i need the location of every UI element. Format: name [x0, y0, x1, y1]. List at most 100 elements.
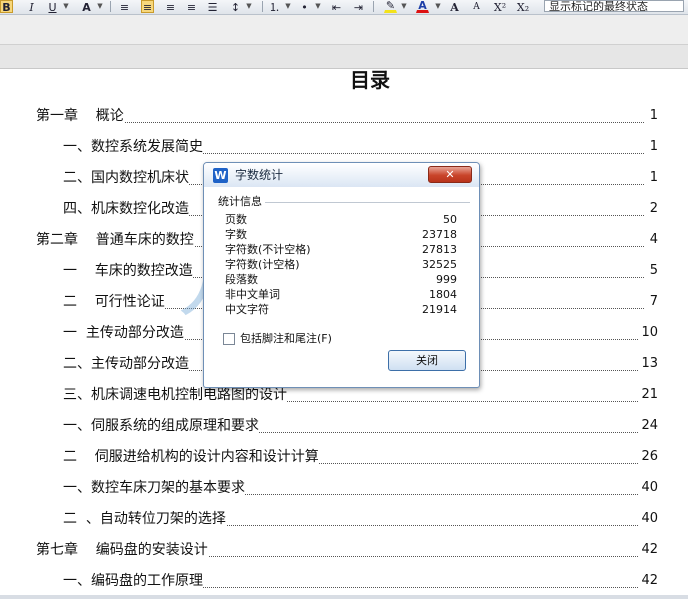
toc-entry-text: 一 主传动部分改造 [63, 323, 184, 343]
italic-button[interactable]: I [25, 0, 38, 14]
font-color-dropdown-icon[interactable]: ▼ [96, 0, 104, 13]
distributed-align-icon[interactable]: ☰ [206, 0, 219, 14]
toc-entry[interactable]: 一、数控车床刀架的基本要求 40 [0, 478, 688, 498]
toc-entry-text: 四、机床数控化改造 [63, 199, 189, 219]
page-margin-area [0, 44, 688, 69]
toc-page-number: 42 [639, 571, 658, 591]
toc-entry[interactable]: 一、编码盘的工作原理 42 [0, 571, 688, 591]
markup-view-select[interactable]: 显示标记的最终状态 [544, 0, 684, 12]
toc-page-number: 4 [647, 230, 658, 250]
include-footnotes-checkbox[interactable] [223, 333, 235, 345]
bold-button[interactable]: B [0, 0, 13, 14]
align-left-icon[interactable]: ≡ [118, 0, 131, 14]
highlight-icon[interactable]: ✎ [384, 0, 397, 13]
include-footnotes-label[interactable]: 包括脚注和尾注(F) [240, 331, 332, 346]
toc-page-number: 1 [647, 168, 658, 188]
toc-page-number: 24 [639, 416, 658, 436]
dialog-title: 字数统计 [235, 168, 284, 182]
toc-entry-text: 一、数控系统发展简史 [63, 137, 203, 157]
underline-button[interactable]: U [46, 0, 59, 14]
decrease-indent-icon[interactable]: ⇤ [330, 0, 343, 14]
wps-app-icon: W [213, 168, 228, 183]
shrink-font-button[interactable]: A [470, 0, 483, 13]
line-spacing-icon[interactable]: ↕ [229, 0, 242, 14]
status-bar [0, 595, 688, 599]
stat-label: 字数 [225, 228, 247, 241]
stat-label: 页数 [225, 213, 247, 226]
toc-leader-dots [36, 106, 644, 123]
align-right-icon[interactable]: ≡ [164, 0, 177, 14]
formatting-toolbar: B I U ▼ A ▼ ≡ ≡ ≡ ≡ ☰ ↕ ▼ ⒈ ▼ • ▼ ⇤ ⇥ ✎ … [0, 0, 688, 15]
subscript-button[interactable]: X₂ [515, 0, 531, 14]
stat-row-words: 字数 23718 [225, 227, 457, 242]
toc-entry-text: 第二章 普通车床的数控 [36, 230, 194, 250]
toc-entry[interactable]: 二 伺服进给机构的设计内容和设计计算 26 [0, 447, 688, 467]
toc-entry[interactable]: 一、伺服系统的组成原理和要求 24 [0, 416, 688, 436]
stat-value: 50 [443, 213, 457, 226]
bulleted-list-dropdown-icon[interactable]: ▼ [314, 0, 322, 13]
increase-indent-icon[interactable]: ⇥ [352, 0, 365, 14]
dialog-close-icon[interactable]: ✕ [428, 166, 472, 183]
toc-page-number: 1 [647, 137, 658, 157]
stat-row-chinese-chars: 中文字符 21914 [225, 302, 457, 317]
stat-row-chars-no-spaces: 字符数(不计空格) 27813 [225, 242, 457, 257]
toc-entry-text: 一、伺服系统的组成原理和要求 [63, 416, 259, 436]
justify-icon[interactable]: ≡ [185, 0, 198, 14]
toc-entry-text: 二 、自动转位刀架的选择 [63, 509, 226, 529]
dialog-body: 统计信息 页数 50 字数 23718 字符数(不计空格) 27813 字符数(… [210, 191, 473, 381]
numbered-list-icon[interactable]: ⒈ [268, 0, 281, 14]
toolbar-separator [262, 1, 263, 12]
toc-entry-text: 第一章 概论 [36, 106, 124, 126]
highlight-dropdown-icon[interactable]: ▼ [400, 0, 408, 13]
toc-entry[interactable]: 一、数控系统发展简史 1 [0, 137, 688, 157]
toolbar-separator [373, 1, 374, 12]
grow-font-button[interactable]: A [448, 0, 461, 14]
align-center-icon[interactable]: ≡ [141, 0, 154, 14]
toc-page-number: 5 [647, 261, 658, 281]
toc-page-number: 42 [639, 540, 658, 560]
underline-dropdown-icon[interactable]: ▼ [62, 0, 70, 13]
line-spacing-dropdown-icon[interactable]: ▼ [245, 0, 253, 13]
bulleted-list-icon[interactable]: • [298, 0, 311, 14]
stat-value: 21914 [422, 303, 457, 316]
stat-value: 27813 [422, 243, 457, 256]
stat-value: 1804 [429, 288, 457, 301]
toc-page-number: 13 [639, 354, 658, 374]
stat-label: 字符数(计空格) [225, 258, 300, 271]
stat-label: 非中文单词 [225, 288, 280, 301]
numbered-list-dropdown-icon[interactable]: ▼ [284, 0, 292, 13]
toc-page-number: 21 [639, 385, 658, 405]
font-color-button[interactable]: A [416, 0, 429, 13]
toc-page-number: 2 [647, 199, 658, 219]
toc-title: 目录 [350, 68, 390, 92]
font-color-a-button[interactable]: A [80, 0, 93, 14]
toc-entry-text: 一、数控车床刀架的基本要求 [63, 478, 245, 498]
toc-page-number: 10 [639, 323, 658, 343]
word-count-dialog: W 字数统计 ✕ 统计信息 页数 50 字数 23718 字符数(不计空格) 2… [203, 162, 480, 388]
toc-entry[interactable]: 二 、自动转位刀架的选择 40 [0, 509, 688, 529]
stat-value: 23718 [422, 228, 457, 241]
toc-entry-text: 二 可行性论证 [63, 292, 165, 312]
close-button[interactable]: 关闭 [388, 350, 466, 371]
dialog-titlebar[interactable]: W 字数统计 ✕ [204, 163, 479, 187]
toc-entry-text: 第七章 编码盘的安装设计 [36, 540, 208, 560]
toc-entry-text: 一、编码盘的工作原理 [63, 571, 203, 591]
stat-row-pages: 页数 50 [225, 212, 457, 227]
superscript-button[interactable]: X² [492, 0, 508, 14]
toc-page-number: 40 [639, 478, 658, 498]
toc-entry-text: 三、机床调速电机控制电路图的设计 [63, 385, 287, 405]
toc-entry[interactable]: 第七章 编码盘的安装设计 42 [0, 540, 688, 560]
toc-entry-text: 一 车床的数控改造 [63, 261, 193, 281]
toc-entry-text: 二 伺服进给机构的设计内容和设计计算 [63, 447, 319, 467]
stat-row-paragraphs: 段落数 999 [225, 272, 457, 287]
stat-label: 段落数 [225, 273, 258, 286]
stat-value: 32525 [422, 258, 457, 271]
toc-entry-text: 二、国内数控机床状 [63, 168, 189, 188]
toc-entry[interactable]: 三、机床调速电机控制电路图的设计 21 [0, 385, 688, 405]
toolbar-separator [110, 1, 111, 12]
toc-entry[interactable]: 第一章 概论 1 [0, 106, 688, 126]
font-color2-dropdown-icon[interactable]: ▼ [434, 0, 442, 13]
stat-label: 中文字符 [225, 303, 269, 316]
stat-label: 字符数(不计空格) [225, 243, 311, 256]
toc-page-number: 1 [647, 106, 658, 126]
